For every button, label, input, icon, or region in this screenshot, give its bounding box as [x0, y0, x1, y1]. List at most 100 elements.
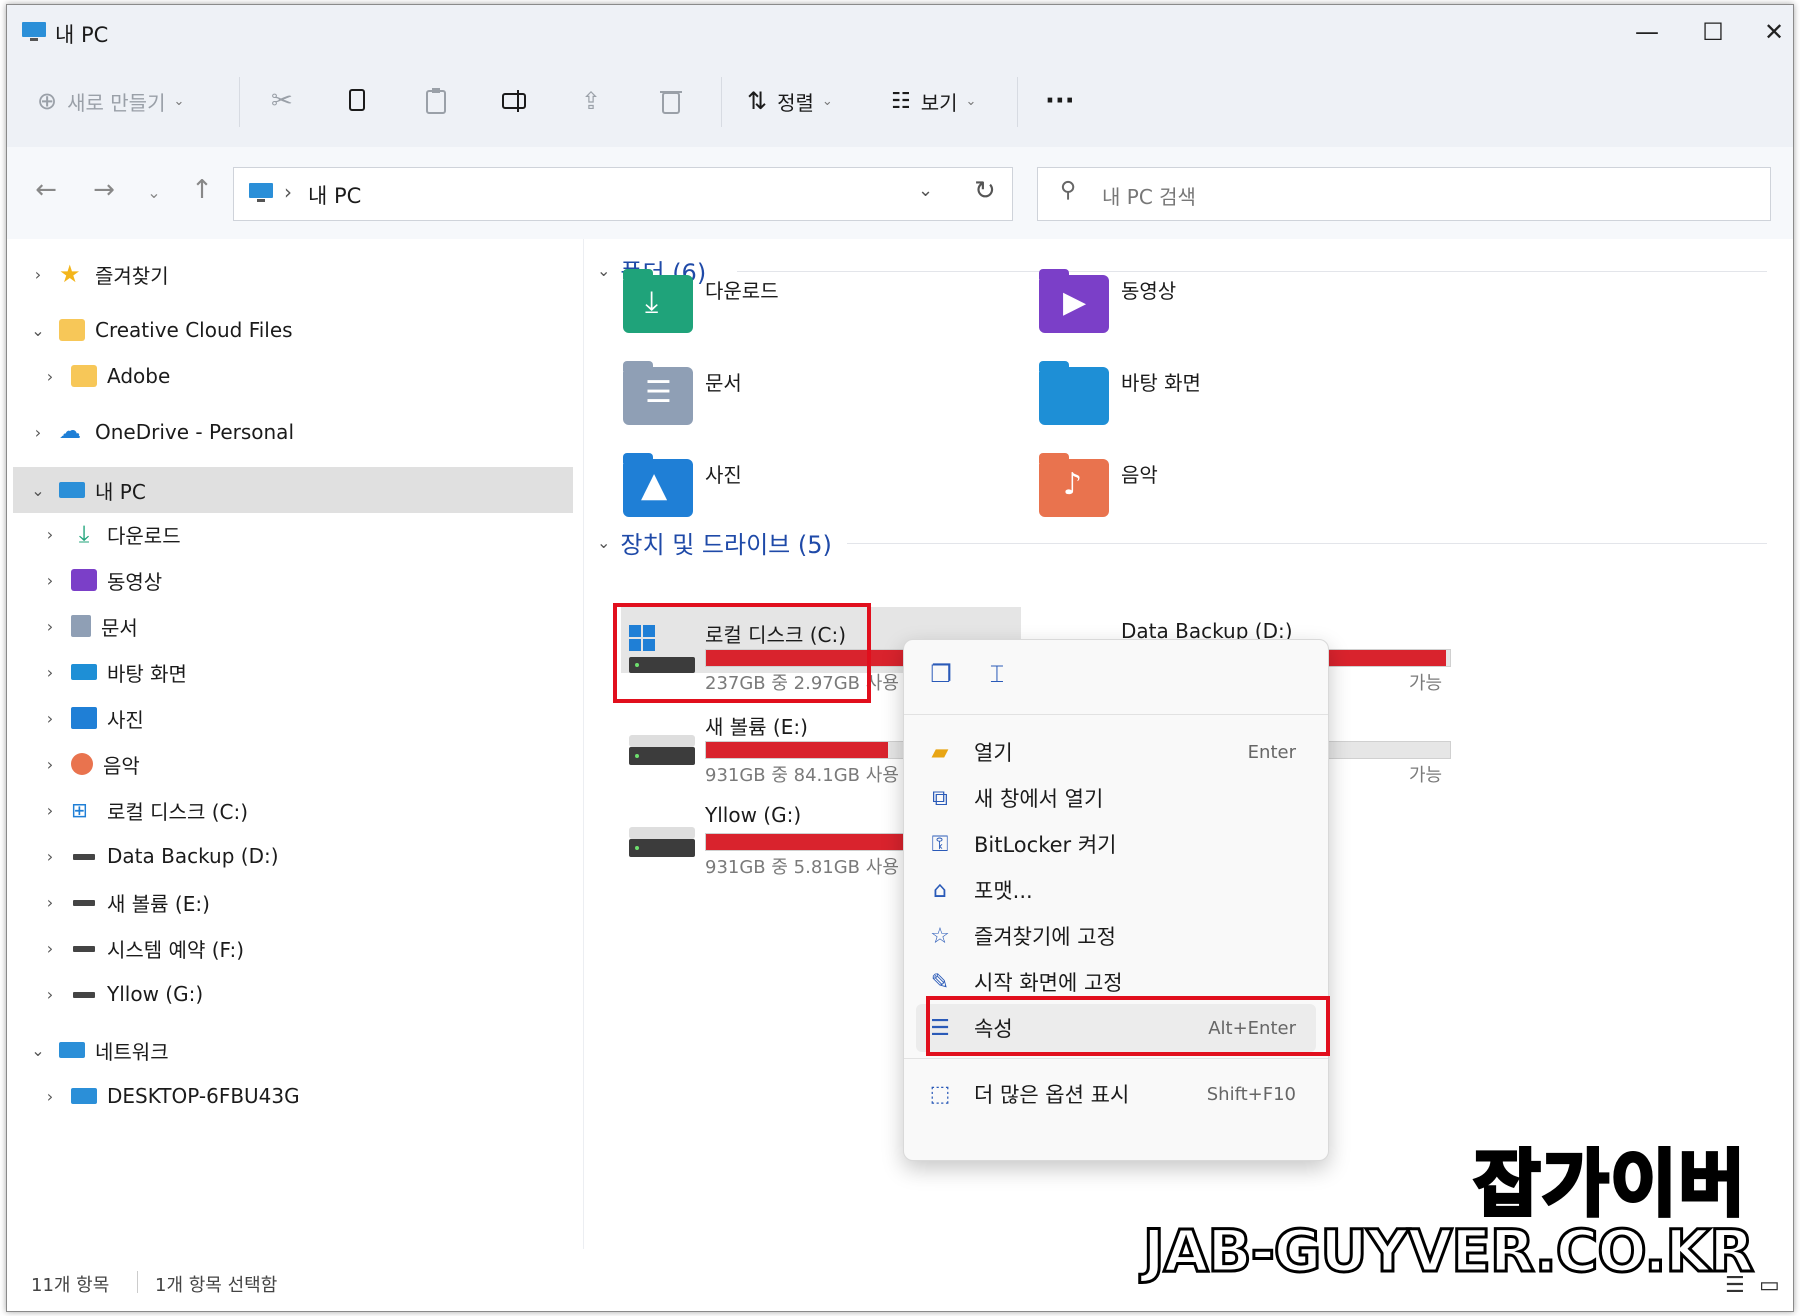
- download-icon: ⤓: [78, 520, 90, 548]
- chevron-down-icon[interactable]: ⌄: [597, 261, 610, 280]
- download-folder-icon: ⤓: [623, 269, 693, 333]
- forward-arrow-icon[interactable]: →: [87, 175, 121, 205]
- context-item-pin-favorites[interactable]: ☆ 즐겨찾기에 고정: [916, 912, 1316, 960]
- sidebar-item-adobe[interactable]: › Adobe: [39, 353, 609, 399]
- chevron-down-icon: ⌄: [965, 93, 977, 109]
- video-folder-icon: ▶: [1039, 269, 1109, 333]
- sidebar-item-videos[interactable]: › 동영상: [39, 557, 609, 603]
- sidebar-item-onedrive[interactable]: › ☁ OneDrive - Personal: [27, 409, 597, 455]
- sidebar-item-desktop[interactable]: › 바탕 화면: [39, 649, 609, 695]
- folder-desktop[interactable]: 바탕 화면: [1039, 361, 1419, 443]
- folder-pictures[interactable]: ▲ 사진: [623, 453, 1003, 535]
- sidebar-item-drive-d[interactable]: › Data Backup (D:): [39, 833, 609, 879]
- folder-label: 문서: [705, 371, 742, 395]
- share-icon: ⇪: [581, 87, 602, 115]
- sidebar-item-creative-cloud[interactable]: ⌄ Creative Cloud Files: [27, 307, 597, 353]
- chevron-right-icon[interactable]: ›: [39, 525, 61, 544]
- chevron-right-icon[interactable]: ›: [39, 663, 61, 682]
- cut-button[interactable]: ✂: [271, 81, 293, 121]
- share-button[interactable]: ⇪: [581, 81, 601, 121]
- pc-icon: [71, 1088, 97, 1104]
- chevron-down-icon[interactable]: ⌄: [918, 180, 933, 201]
- document-icon: [71, 615, 91, 637]
- search-input[interactable]: 내 PC 검색: [1102, 181, 1196, 210]
- delete-button[interactable]: [659, 81, 683, 121]
- chevron-right-icon[interactable]: ›: [27, 265, 49, 284]
- folder-videos[interactable]: ▶ 동영상: [1039, 269, 1419, 351]
- copy-icon[interactable]: ❐: [924, 660, 958, 694]
- sidebar-item-label: 동영상: [107, 569, 163, 594]
- sidebar-item-music[interactable]: › 음악: [39, 741, 609, 787]
- sidebar-item-favorites[interactable]: › ★ 즐겨찾기: [27, 251, 597, 297]
- windows-drive-icon: ⊞: [71, 798, 88, 822]
- sidebar-item-desktop-pc[interactable]: › DESKTOP-6FBU43G: [39, 1073, 609, 1119]
- context-item-open-new-window[interactable]: ⧉ 새 창에서 열기: [916, 774, 1316, 822]
- breadcrumb[interactable]: 내 PC: [308, 180, 361, 210]
- creative-cloud-folder-icon: [59, 319, 85, 341]
- new-button[interactable]: ⊕ 새로 만들기 ⌄: [37, 81, 184, 121]
- folder-music[interactable]: ♪ 음악: [1039, 453, 1419, 535]
- folder-downloads[interactable]: ⤓ 다운로드: [623, 269, 1003, 351]
- chevron-right-icon[interactable]: ›: [39, 617, 61, 636]
- sidebar-item-drive-g[interactable]: › Yllow (G:): [39, 971, 609, 1017]
- sidebar-item-label: 새 볼륨 (E:): [107, 891, 210, 916]
- chevron-right-icon[interactable]: ›: [39, 847, 61, 866]
- sidebar-item-drive-e[interactable]: › 새 볼륨 (E:): [39, 879, 609, 925]
- sidebar-item-this-pc[interactable]: ⌄ 내 PC: [13, 467, 573, 513]
- chevron-down-icon[interactable]: ⌄: [27, 321, 49, 340]
- chevron-right-icon[interactable]: ›: [39, 801, 61, 820]
- context-item-more-options[interactable]: ⬚ 더 많은 옵션 표시 Shift+F10: [916, 1070, 1316, 1118]
- folder-documents[interactable]: ☰ 문서: [623, 361, 1003, 443]
- sidebar-item-label: 음악: [103, 753, 140, 778]
- context-item-bitlocker[interactable]: ⚿ BitLocker 켜기: [916, 820, 1316, 868]
- drives-group-header[interactable]: ⌄ 장치 및 드라이브 (5): [597, 525, 832, 560]
- sidebar-item-downloads[interactable]: › ⤓ 다운로드: [39, 511, 609, 557]
- back-arrow-icon[interactable]: ←: [29, 175, 63, 205]
- search-box[interactable]: ⚲ 내 PC 검색: [1037, 167, 1771, 221]
- breadcrumb-separator: ›: [284, 180, 292, 204]
- context-item-open[interactable]: ▰ 열기 Enter: [916, 728, 1316, 776]
- sidebar-item-label: 즐겨찾기: [95, 263, 169, 288]
- address-bar[interactable]: › 내 PC ⌄ ↻: [233, 167, 1013, 221]
- chevron-right-icon[interactable]: ›: [39, 939, 61, 958]
- more-button[interactable]: ···: [1045, 81, 1075, 121]
- copy-button[interactable]: [347, 81, 369, 121]
- sidebar-item-drive-c[interactable]: › ⊞ 로컬 디스크 (C:): [39, 787, 609, 833]
- music-folder-icon: ♪: [1039, 453, 1109, 517]
- up-arrow-icon[interactable]: ↑: [185, 175, 219, 205]
- chevron-down-icon[interactable]: ⌄: [27, 481, 49, 500]
- sidebar-item-pictures[interactable]: › 사진: [39, 695, 609, 741]
- new-label: 새로 만들기: [67, 90, 166, 115]
- refresh-icon[interactable]: ↻: [974, 176, 996, 206]
- folder-label: 다운로드: [705, 279, 779, 303]
- folder-label: 음악: [1121, 463, 1158, 487]
- chevron-right-icon[interactable]: ›: [27, 423, 49, 442]
- pin-icon: ✎: [930, 969, 950, 995]
- minimize-button[interactable]: —: [1627, 15, 1667, 49]
- maximize-button[interactable]: ☐: [1693, 15, 1733, 49]
- chevron-down-icon[interactable]: ⌄: [597, 533, 610, 552]
- chevron-right-icon[interactable]: ›: [39, 985, 61, 1004]
- close-button[interactable]: ✕: [1759, 15, 1789, 49]
- recent-chevron-icon[interactable]: ⌄: [137, 183, 171, 202]
- chevron-right-icon[interactable]: ›: [39, 893, 61, 912]
- rename-icon[interactable]: ⌶: [980, 660, 1014, 694]
- chevron-right-icon[interactable]: ›: [39, 367, 61, 386]
- tiles-view-icon[interactable]: ▭: [1759, 1273, 1780, 1298]
- sidebar-item-label: OneDrive - Personal: [95, 420, 294, 444]
- sort-button[interactable]: ⇅ 정렬 ⌄: [747, 81, 833, 121]
- chevron-right-icon[interactable]: ›: [39, 1087, 61, 1106]
- chevron-right-icon[interactable]: ›: [39, 709, 61, 728]
- sidebar-item-drive-f[interactable]: › 시스템 예약 (F:): [39, 925, 609, 971]
- context-item-format[interactable]: ⌂ 포맷...: [916, 866, 1316, 914]
- drive-usage-fill: [706, 834, 905, 850]
- chevron-right-icon[interactable]: ›: [39, 755, 61, 774]
- paste-button[interactable]: [425, 81, 449, 121]
- chevron-down-icon[interactable]: ⌄: [27, 1041, 49, 1060]
- selection-count: 1개 항목 선택함: [155, 1275, 278, 1296]
- sidebar-item-documents[interactable]: › 문서: [39, 603, 609, 649]
- view-button[interactable]: ☷ 보기 ⌄: [891, 81, 976, 121]
- sidebar-item-network[interactable]: ⌄ 네트워크: [27, 1027, 597, 1073]
- chevron-right-icon[interactable]: ›: [39, 571, 61, 590]
- rename-button[interactable]: [501, 81, 531, 121]
